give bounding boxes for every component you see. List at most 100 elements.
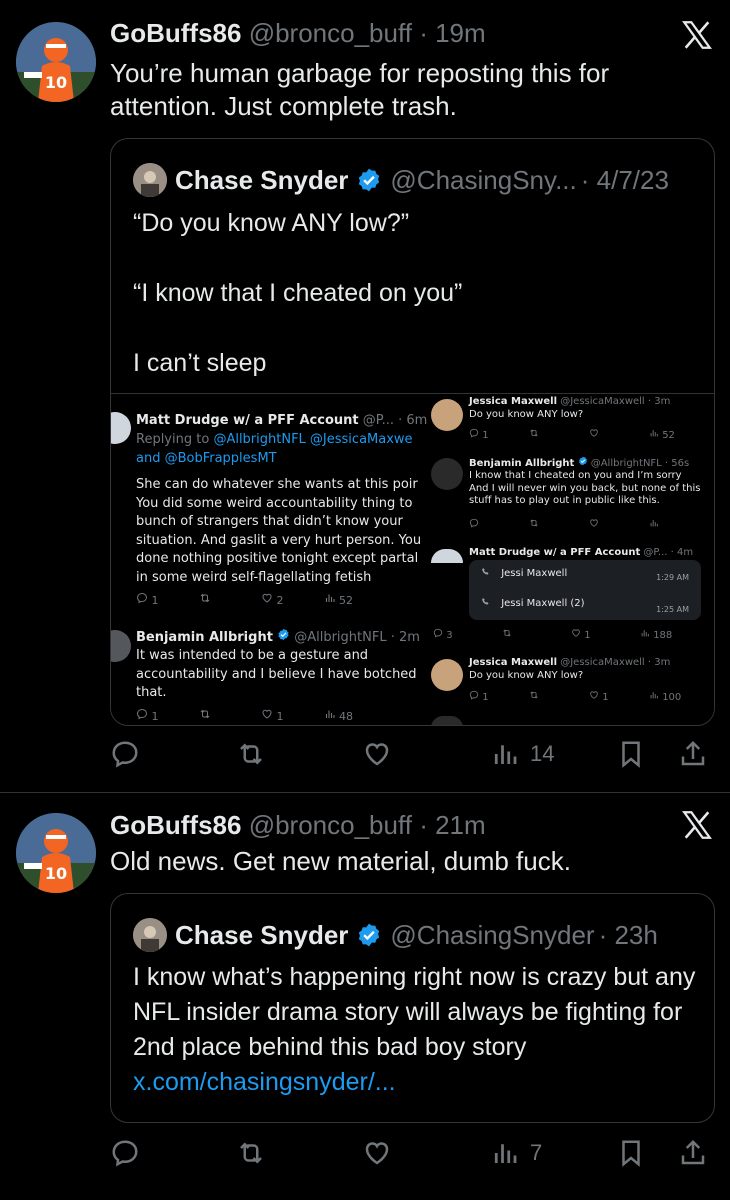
post-stats: 1 52 xyxy=(469,428,709,443)
views-icon xyxy=(490,739,520,769)
like-count: 1 xyxy=(276,710,284,723)
quoted-media[interactable]: Matt Drudge w/ a PFF Account @P... · 6m … xyxy=(111,393,714,725)
post-line: It was intended to be a gesture and xyxy=(136,648,369,663)
phone-icon xyxy=(481,567,490,576)
reply-button[interactable] xyxy=(110,734,140,774)
post-line: Do you know ANY low? xyxy=(469,670,584,681)
quoted-avatar[interactable] xyxy=(133,918,167,952)
bookmark-button[interactable] xyxy=(616,734,646,774)
post-handle: @P... · 6m xyxy=(362,413,428,428)
timestamp[interactable]: · 21m xyxy=(419,810,485,840)
view-count: 52 xyxy=(662,430,675,441)
avatar xyxy=(431,549,463,563)
quoted-timestamp[interactable]: · 4/7/23 xyxy=(581,165,669,195)
avatar xyxy=(111,630,131,662)
reply-count: 1 xyxy=(482,692,489,703)
call-time: 1:29 AM xyxy=(656,573,689,582)
quoted-timestamp[interactable]: · 23h xyxy=(599,920,658,950)
post-line: She can do whatever she wants at this po… xyxy=(136,477,418,492)
post-line: situation. And gaslit a very hurt person… xyxy=(136,532,421,548)
display-name[interactable]: GoBuffs86 xyxy=(110,810,241,840)
post-stats: 1 1 48 xyxy=(136,708,386,725)
like-icon xyxy=(362,1138,392,1168)
quoted-display-name[interactable]: Chase Snyder xyxy=(175,165,348,195)
post-line: accountability and I believe I have botc… xyxy=(136,666,417,682)
like-button[interactable] xyxy=(362,1133,392,1173)
post-stats: 1 1 100 xyxy=(469,690,709,705)
quoted-display-name[interactable]: Chase Snyder xyxy=(175,920,348,950)
verified-icon xyxy=(356,167,382,193)
post-stats xyxy=(469,518,709,533)
post-line: bunch of strangers that didn’t know your xyxy=(136,514,403,529)
reply-count: 3 xyxy=(446,630,453,641)
quoted-tweet[interactable]: Chase Snyder @ChasingSnyder · 23h I know … xyxy=(110,893,715,1123)
display-name[interactable]: GoBuffs86 xyxy=(110,18,241,48)
quoted-avatar[interactable] xyxy=(133,163,167,197)
post-stats: 1 2 52 xyxy=(136,592,386,611)
call-time: 1:25 AM xyxy=(656,605,689,614)
phone-icon xyxy=(481,597,490,606)
mention-list: @AllbrightNFL @JessicaMaxwe xyxy=(213,432,413,447)
reply-count: 1 xyxy=(151,594,159,607)
tweet-text: You’re human garbage for reposting this … xyxy=(110,58,610,121)
media-left-panel: Matt Drudge w/ a PFF Account @P... · 6m … xyxy=(111,394,427,725)
quoted-handle[interactable]: @ChasingSnyder xyxy=(390,920,594,950)
user-handle[interactable]: @bronco_buff xyxy=(249,18,412,48)
post-line: done nothing positive tonight except par… xyxy=(136,551,419,566)
post-stats: 3 1 188 xyxy=(433,628,709,643)
post-author: Benjamin Allbright xyxy=(136,630,273,645)
views-button[interactable]: 14 xyxy=(490,734,554,774)
avatar[interactable]: 10 xyxy=(16,22,96,102)
post-handle: @JessicaMaxwell · 3m xyxy=(560,657,671,668)
avatar xyxy=(111,412,131,444)
user-handle[interactable]: @bronco_buff xyxy=(249,810,412,840)
replying-label: Replying to xyxy=(136,432,210,447)
avatar xyxy=(431,399,463,431)
repost-button[interactable] xyxy=(236,734,266,774)
repost-button[interactable] xyxy=(236,1133,266,1173)
post-handle: @AllbrightNFL · 2m xyxy=(294,630,420,645)
avatar xyxy=(431,659,463,691)
like-count: 1 xyxy=(602,692,609,703)
post-line: Do you know ANY low? xyxy=(469,409,584,420)
view-count: 100 xyxy=(662,692,682,703)
avatar xyxy=(431,458,463,490)
share-button[interactable] xyxy=(678,1133,708,1173)
post-line: in some weird self-flagellating fetish xyxy=(136,569,372,585)
bookmark-button[interactable] xyxy=(616,1133,646,1173)
quoted-handle[interactable]: @ChasingSny... xyxy=(390,165,576,195)
avatar[interactable]: 10 xyxy=(16,813,96,893)
reply-icon xyxy=(110,1138,140,1168)
verified-icon xyxy=(578,456,588,466)
bookmark-icon xyxy=(616,1138,646,1168)
reply-count: 1 xyxy=(482,430,489,441)
reply-button[interactable] xyxy=(110,1133,140,1173)
post-line: that. xyxy=(136,685,167,700)
tweet[interactable]: 10 GoBuffs86 @bronco_buff · 21m Old news… xyxy=(0,793,730,1200)
call-name: Jessi Maxwell xyxy=(501,568,568,579)
views-button[interactable]: 7 xyxy=(490,1133,542,1173)
tweet-text: Old news. Get new material, dumb fuck. xyxy=(110,846,571,876)
repost-icon xyxy=(236,1138,266,1168)
like-button[interactable] xyxy=(362,734,392,774)
view-count: 7 xyxy=(530,1140,543,1165)
quoted-tweet[interactable]: Chase Snyder @ChasingSny... · 4/7/23 “Do … xyxy=(110,138,715,726)
quoted-link[interactable]: x.com/chasingsnyder/... xyxy=(133,1068,396,1096)
timestamp[interactable]: · 19m xyxy=(419,18,485,48)
quoted-text: I know what’s happening right now is cra… xyxy=(133,963,696,1061)
svg-text:10: 10 xyxy=(45,864,67,883)
post-handle: @AllbrightNFL · 56s xyxy=(590,458,690,469)
share-icon xyxy=(678,1138,708,1168)
post-author: Matt Drudge w/ a PFF Account xyxy=(469,547,641,558)
share-button[interactable] xyxy=(678,734,708,774)
call-log-card: Jessi Maxwell 1:29 AM Jessi Maxwell (2) … xyxy=(469,560,701,620)
avatar xyxy=(431,716,463,725)
post-line: I know that I cheated on you and I’m sor… xyxy=(469,470,682,481)
tweet-actions: 7 xyxy=(110,1133,710,1173)
tweet[interactable]: 10 GoBuffs86 @bronco_buff · 19m You’re h… xyxy=(0,0,730,790)
quoted-text: “Do you know ANY low?” “I know that I ch… xyxy=(133,209,463,377)
post-line: And I will never win you back, but none … xyxy=(469,482,701,494)
view-count: 188 xyxy=(653,630,673,641)
post-line: You did some weird accountability thing … xyxy=(136,495,413,511)
verified-icon xyxy=(277,628,290,641)
